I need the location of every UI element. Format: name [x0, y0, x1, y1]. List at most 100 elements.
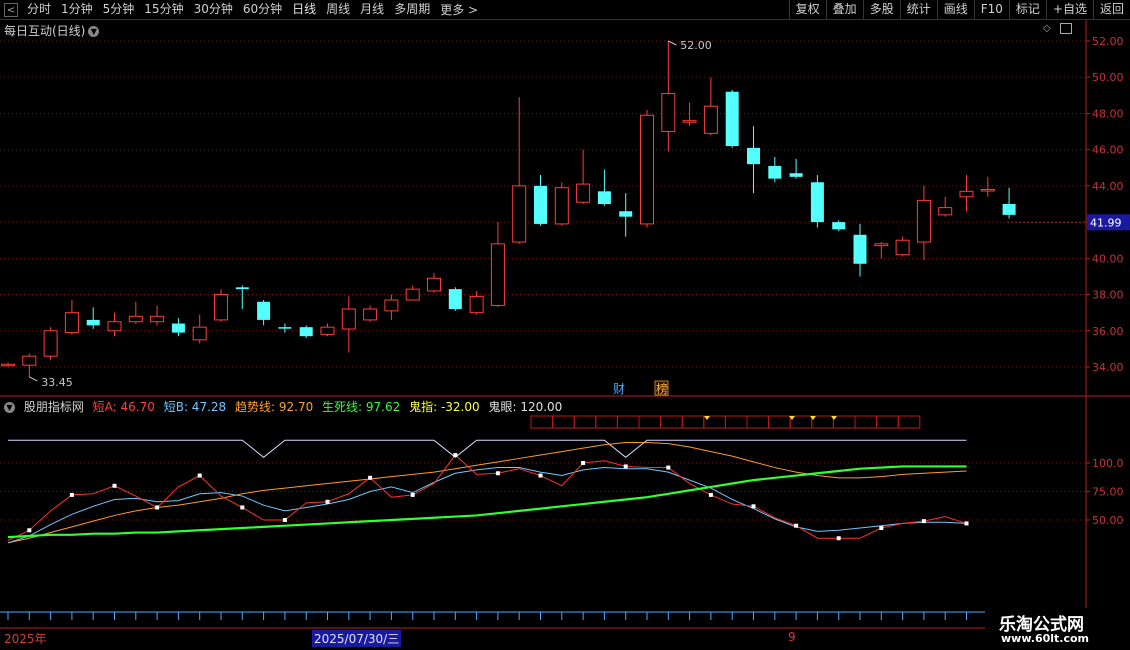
candle-body-up — [107, 321, 122, 332]
indicator-value-ghost-eye: 鬼眼: 120.00 — [488, 400, 563, 414]
period-tab-5min[interactable]: 5分钟 — [98, 0, 140, 19]
candle-body-up — [363, 308, 378, 321]
indicator-tick-label: 50.00 — [1092, 514, 1124, 527]
more-periods-button[interactable]: 更多 > — [435, 1, 483, 18]
candle-body-up — [384, 299, 399, 312]
candle-body-up — [469, 295, 484, 314]
life-line — [7, 465, 967, 539]
statistics-button[interactable]: 统计 — [899, 0, 937, 19]
indicator-value-short-b: 短B: 47.28 — [163, 400, 227, 414]
candle-body-down — [725, 91, 739, 147]
indicator-name[interactable]: 股朋指标网 — [24, 400, 84, 414]
candle-body-up — [576, 183, 591, 203]
signal-cell — [746, 415, 770, 429]
low-price-label: 33.45 — [41, 376, 73, 389]
signal-cell — [616, 415, 640, 429]
signal-cell — [595, 415, 618, 429]
short-a-marker — [453, 453, 458, 458]
indicator-value-life: 生死线: 97.62 — [322, 400, 401, 414]
candle-body-down — [278, 327, 292, 329]
panel-toggle-icon[interactable] — [1060, 23, 1072, 34]
candle-body-up — [427, 277, 441, 292]
kline-chart[interactable]: 52.0050.0048.0046.0044.0042.0040.0038.00… — [0, 0, 1130, 650]
multi-stock-button[interactable]: 多股 — [862, 0, 900, 19]
low-marker-arrow — [29, 376, 38, 382]
signal-cell — [768, 415, 791, 429]
draw-line-button[interactable]: 画线 — [936, 0, 974, 19]
f10-button[interactable]: F10 — [973, 0, 1009, 19]
back-button[interactable]: 返回 — [1092, 0, 1130, 19]
short-a-marker — [495, 471, 500, 476]
short-a-marker — [112, 483, 117, 488]
candle-body-up — [554, 187, 569, 225]
high-price-label: 52.00 — [680, 39, 712, 52]
short-a-marker — [666, 465, 671, 470]
short-a-marker — [197, 473, 202, 478]
date-month-label: 9 — [788, 630, 796, 644]
period-tab-fenshi[interactable]: 分时 — [22, 0, 56, 19]
add-watchlist-button[interactable]: +自选 — [1045, 0, 1093, 19]
candle-body-up — [661, 93, 676, 133]
chevron-left-icon[interactable]: < — [4, 2, 18, 17]
candle-body-up — [341, 308, 356, 330]
chevron-down-icon[interactable]: ▼ — [88, 26, 100, 37]
period-tab-60min[interactable]: 60分钟 — [238, 0, 287, 19]
signal-cell — [660, 415, 683, 429]
candle-body-up — [128, 315, 143, 323]
candle-body-down — [768, 165, 782, 179]
period-tab-weekly[interactable]: 周线 — [321, 0, 355, 19]
short-a-marker — [27, 528, 32, 533]
diamond-icon[interactable]: ◇ — [1043, 23, 1051, 34]
signal-cell — [573, 415, 597, 429]
candle-body-up — [682, 120, 697, 123]
period-tab-15min[interactable]: 15分钟 — [139, 0, 188, 19]
date-cursor-label: 2025/07/30/三 — [312, 630, 402, 647]
short-a-marker — [794, 523, 799, 528]
candle-body-up — [64, 312, 79, 334]
period-tab-1min[interactable]: 1分钟 — [56, 0, 98, 19]
short-a-marker — [708, 492, 713, 497]
overlay-button[interactable]: 叠加 — [825, 0, 863, 19]
event-flag-label: 榜 — [656, 381, 668, 396]
candle-body-up — [150, 315, 165, 323]
short-a-marker — [155, 505, 160, 510]
candle-body-down — [619, 211, 633, 217]
short-a-marker — [240, 505, 245, 510]
short-a-marker — [581, 461, 586, 465]
candle-body-up — [640, 114, 654, 225]
price-tick-label: 52.00 — [1092, 35, 1124, 48]
short-a-marker — [623, 464, 628, 469]
candle-body-down — [597, 191, 611, 204]
candle-body-down — [257, 301, 271, 320]
signal-marker — [831, 416, 837, 420]
candle-body-down — [86, 319, 100, 326]
candle-body-up — [938, 207, 953, 216]
price-tick-label: 44.00 — [1092, 180, 1124, 193]
stock-title[interactable]: 每日互动(日线) ▼ — [4, 22, 100, 39]
chevron-down-icon[interactable]: ▼ — [4, 402, 15, 413]
period-tab-monthly[interactable]: 月线 — [355, 0, 389, 19]
price-tick-label: 48.00 — [1092, 107, 1124, 120]
ghost-eye-line — [8, 439, 967, 458]
signal-cell — [854, 415, 878, 429]
candle-body-up — [874, 243, 889, 247]
candle-body-up — [980, 189, 995, 192]
short-a-marker — [69, 492, 74, 497]
period-tab-multi[interactable]: 多周期 — [389, 0, 435, 19]
price-tick-label: 34.00 — [1092, 361, 1124, 374]
period-tab-30min[interactable]: 30分钟 — [189, 0, 238, 19]
candle-body-up — [959, 190, 974, 198]
mark-button[interactable]: 标记 — [1008, 0, 1046, 19]
candle-body-down — [747, 147, 760, 165]
short-a-marker — [836, 536, 841, 541]
signal-cell — [552, 415, 575, 429]
fuquan-button[interactable]: 复权 — [788, 0, 826, 19]
right-toolbar: 复权 叠加 多股 统计 画线 F10 标记 +自选 返回 — [788, 0, 1130, 19]
period-tab-daily[interactable]: 日线 — [287, 0, 321, 19]
signal-cell — [832, 415, 856, 429]
candle-body-up — [192, 326, 207, 341]
candle-body-up — [22, 355, 37, 366]
event-finance-label: 财 — [613, 382, 625, 396]
signal-cell — [530, 415, 554, 429]
stock-title-text: 每日互动(日线) — [4, 24, 86, 38]
